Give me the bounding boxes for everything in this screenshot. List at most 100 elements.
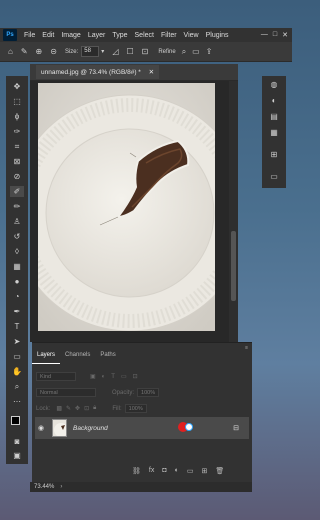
sample-all-icon[interactable]: ☐	[126, 47, 133, 56]
angle-icon[interactable]: ◿	[112, 47, 118, 56]
enhance-edge-icon[interactable]: ⊡	[142, 47, 149, 56]
frame-tool-icon[interactable]: ⊠	[10, 156, 24, 167]
quick-select-tool-icon[interactable]: ✑	[10, 126, 24, 137]
share-icon[interactable]: ⇪	[206, 47, 213, 56]
fill-input[interactable]: 100%	[124, 404, 147, 413]
delete-layer-icon[interactable]: 🗑︎	[215, 467, 224, 475]
panel-menu-icon[interactable]: ≡	[245, 345, 248, 351]
brush-mode-icon[interactable]: ⊕	[36, 47, 43, 56]
canvas-image[interactable]	[38, 83, 215, 331]
filter-adjustment-icon[interactable]: ◐	[102, 374, 106, 380]
subtract-mode-icon[interactable]: ⊝	[50, 47, 57, 56]
refine-label[interactable]: Refine	[158, 49, 175, 55]
add-mask-icon[interactable]: ◘	[162, 467, 166, 475]
document-tab[interactable]: unnamed.jpg @ 73.4% (RGB/8#) * ✕	[36, 65, 160, 79]
lasso-tool-icon[interactable]: ϕ	[10, 111, 24, 122]
hand-tool-icon[interactable]: ✋	[10, 366, 24, 377]
lock-transparent-icon[interactable]: ▩	[56, 405, 62, 412]
lock-label: Lock:	[36, 405, 51, 412]
filter-pixel-icon[interactable]: ▣	[90, 373, 96, 380]
layer-row[interactable]: ◉ Background ⊟	[35, 417, 249, 439]
more-tools-icon[interactable]: ⋯	[10, 396, 24, 407]
fx-icon[interactable]: fx	[149, 467, 154, 475]
vertical-scrollbar[interactable]	[229, 81, 238, 342]
close-window-button[interactable]: ✕	[282, 31, 288, 39]
type-tool-icon[interactable]: T	[10, 321, 24, 332]
menu-plugins[interactable]: Plugins	[206, 32, 229, 39]
new-group-icon[interactable]: ▭	[187, 467, 194, 475]
zoom-level[interactable]: 73.44%	[34, 484, 54, 490]
brush-tool-icon[interactable]: ✏	[10, 201, 24, 212]
scrollbar-thumb[interactable]	[231, 231, 236, 301]
crop-tool-icon[interactable]: ⌗	[10, 141, 24, 152]
screen-mode-icon[interactable]: ▣	[10, 450, 24, 461]
blur-tool-icon[interactable]: ●	[10, 276, 24, 287]
zoom-tool-icon[interactable]: ⌕	[10, 381, 24, 392]
workspace-icon[interactable]: ▭	[192, 47, 200, 56]
tab-paths[interactable]: Paths	[95, 350, 120, 364]
lock-all-icon[interactable]: 🔒︎	[93, 405, 96, 412]
path-select-tool-icon[interactable]: ➤	[10, 336, 24, 347]
swatches-panel-icon[interactable]: ▦	[268, 128, 280, 138]
spot-heal-tool-icon[interactable]: ✐	[10, 186, 24, 197]
size-input[interactable]: 58	[81, 46, 100, 57]
foreground-color-swatch[interactable]	[11, 416, 20, 425]
lock-image-icon[interactable]: ✎	[66, 405, 71, 412]
lock-position-icon[interactable]: ✥	[75, 405, 80, 412]
adjustment-layer-icon[interactable]: ◐	[175, 467, 179, 475]
status-arrow-icon[interactable]: ›	[60, 484, 62, 490]
photoshop-logo[interactable]: Ps	[3, 29, 17, 41]
tab-channels[interactable]: Channels	[60, 350, 95, 364]
home-icon[interactable]: ⌂	[8, 47, 13, 56]
menu-select[interactable]: Select	[135, 32, 154, 39]
marquee-tool-icon[interactable]: ⬚	[10, 96, 24, 107]
filter-type-icon[interactable]: T	[111, 374, 115, 380]
tools-panel: ✥ ⬚ ϕ ✑ ⌗ ⊠ ⊘ ✐ ✏ ♙ ↺ ◊ ▦ ● ◔ ✒ T ➤ ▭ ✋ …	[6, 76, 28, 464]
history-brush-tool-icon[interactable]: ↺	[10, 231, 24, 242]
menu-view[interactable]: View	[184, 32, 199, 39]
opacity-input[interactable]: 100%	[137, 388, 160, 397]
lock-artboard-icon[interactable]: ⊡	[84, 405, 89, 412]
chevron-down-icon[interactable]: ▾	[101, 48, 104, 55]
rectangle-tool-icon[interactable]: ▭	[10, 351, 24, 362]
brush-tool-preset-icon[interactable]: ✎	[21, 47, 28, 56]
menu-layer[interactable]: Layer	[88, 32, 106, 39]
menu-image[interactable]: Image	[61, 32, 80, 39]
menu-edit[interactable]: Edit	[42, 32, 54, 39]
filter-smart-icon[interactable]: ⊡	[133, 373, 138, 380]
clone-stamp-tool-icon[interactable]: ♙	[10, 216, 24, 227]
menu-filter[interactable]: Filter	[161, 32, 177, 39]
tab-layers[interactable]: Layers	[32, 350, 61, 364]
maximize-button[interactable]: □	[273, 31, 277, 39]
new-layer-icon[interactable]: ⊞	[201, 467, 207, 475]
close-document-icon[interactable]: ✕	[149, 69, 154, 76]
kind-filter[interactable]: Kind	[36, 372, 76, 381]
eraser-tool-icon[interactable]: ◊	[10, 246, 24, 257]
visibility-eye-icon[interactable]: ◉	[38, 424, 48, 432]
layer-lock-icon[interactable]: ⊟	[233, 424, 239, 432]
link-layers-icon[interactable]: ⛓	[132, 467, 141, 475]
gradient-tool-icon[interactable]: ▦	[10, 261, 24, 272]
filter-shape-icon[interactable]: ▭	[121, 373, 127, 380]
menu-file[interactable]: File	[24, 32, 35, 39]
layers-panel: ≡ Layers Channels Paths Kind ▣ ◐ T ▭ ⊡ N…	[32, 342, 252, 482]
document-area	[30, 81, 238, 342]
color-panel-icon[interactable]: ◍	[268, 80, 280, 90]
document-tab-bar: unnamed.jpg @ 73.4% (RGB/8#) * ✕	[30, 64, 238, 81]
properties-panel-icon[interactable]: ⊞	[268, 150, 280, 160]
dodge-tool-icon[interactable]: ◔	[10, 291, 24, 302]
menu-type[interactable]: Type	[112, 32, 127, 39]
layer-name[interactable]: Background	[73, 425, 108, 432]
minimize-button[interactable]: —	[261, 31, 268, 39]
adjustments-panel-icon[interactable]: ◐	[268, 96, 280, 106]
window-controls: — □ ✕	[261, 31, 288, 39]
move-tool-icon[interactable]: ✥	[10, 81, 24, 92]
blend-row: Normal Opacity: 100%	[36, 386, 248, 399]
pen-tool-icon[interactable]: ✒	[10, 306, 24, 317]
libraries-panel-icon[interactable]: ▤	[268, 112, 280, 122]
comments-panel-icon[interactable]: ▭	[268, 172, 280, 182]
quick-mask-icon[interactable]: ◙	[10, 436, 24, 447]
blend-mode-select[interactable]: Normal	[36, 388, 96, 397]
search-icon[interactable]: ⌕	[182, 47, 186, 57]
eyedropper-tool-icon[interactable]: ⊘	[10, 171, 24, 182]
